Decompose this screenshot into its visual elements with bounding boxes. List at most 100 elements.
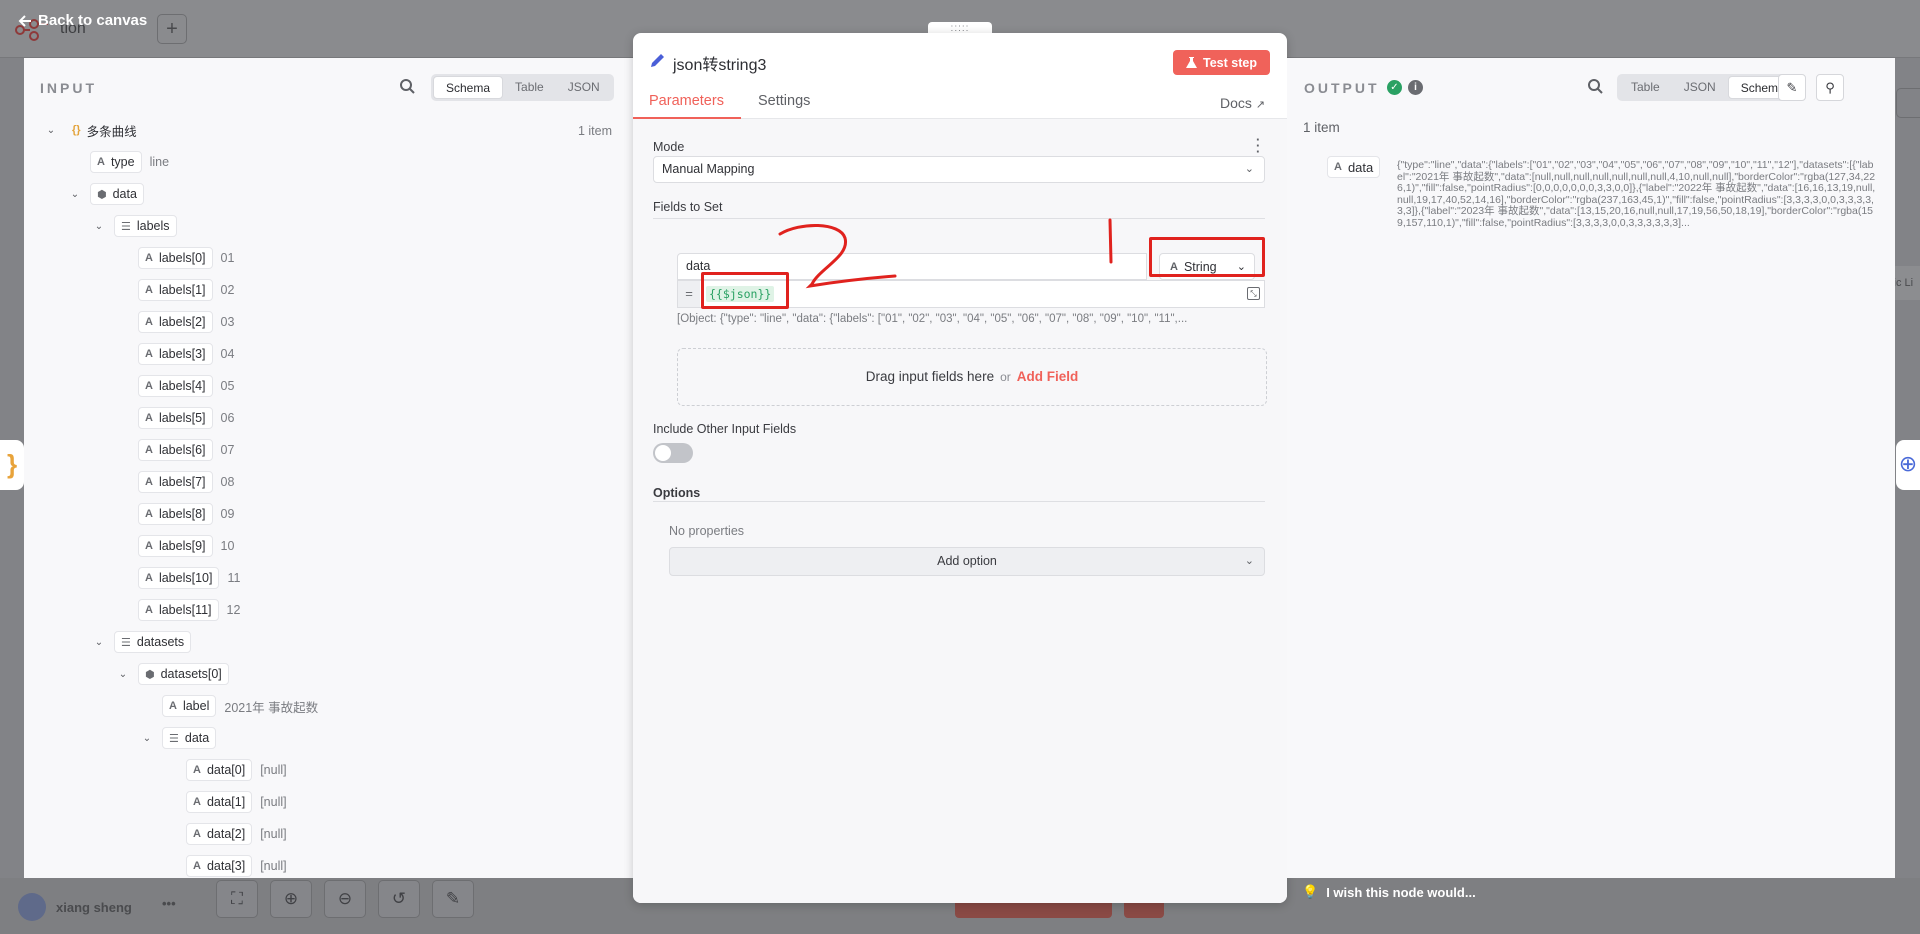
- search-icon[interactable]: [1587, 78, 1603, 94]
- tree-row[interactable]: Alabels[0] 01: [116, 246, 234, 270]
- field-pill[interactable]: Adata[0]: [186, 759, 253, 781]
- tab-parameters[interactable]: Parameters: [649, 93, 724, 109]
- include-other-fields-toggle[interactable]: [653, 443, 693, 463]
- tree-row[interactable]: ⌄ {} 多条曲线: [44, 118, 143, 142]
- tidy-up-icon[interactable]: ✎: [432, 880, 474, 918]
- chevron-down-icon[interactable]: ⌄: [92, 637, 106, 648]
- node-details-modal: json转string3 Test step Parameters Settin…: [633, 33, 1287, 903]
- field-pill[interactable]: Adata[1]: [186, 791, 253, 813]
- tree-row[interactable]: ⌄ ☰ datasets: [92, 630, 192, 654]
- tree-row[interactable]: Alabels[4] 05: [116, 374, 234, 398]
- add-tab-button[interactable]: +: [157, 14, 187, 44]
- chevron-down-icon[interactable]: ⌄: [68, 189, 82, 200]
- zoom-in-icon[interactable]: ⊕: [270, 880, 312, 918]
- string-type-icon: A: [145, 284, 153, 296]
- field-pill[interactable]: Alabels[7]: [138, 471, 213, 493]
- field-pill[interactable]: Alabels[9]: [138, 535, 213, 557]
- feedback-link[interactable]: 💡 I wish this node would...: [1302, 884, 1476, 900]
- input-view-table[interactable]: Table: [503, 76, 556, 99]
- tree-row[interactable]: Alabels[7] 08: [116, 470, 234, 494]
- tree-row[interactable]: ⌄ ⬢ data: [68, 182, 144, 206]
- field-pill[interactable]: Alabel: [162, 695, 217, 717]
- output-view-table[interactable]: Table: [1619, 76, 1672, 99]
- field-pill[interactable]: {} 多条曲线: [66, 119, 143, 141]
- zoom-out-icon[interactable]: ⊖: [324, 880, 366, 918]
- parameters-panel: Mode · · · Manual Mapping ⌄ Fields to Set …: [633, 119, 1287, 903]
- field-pill[interactable]: ☰ datasets: [114, 631, 192, 653]
- add-field-link[interactable]: Add Field: [1017, 369, 1079, 384]
- tree-row[interactable]: Adata[1] [null]: [164, 790, 287, 814]
- tree-row[interactable]: Alabels[1] 02: [116, 278, 234, 302]
- undo-icon[interactable]: ↺: [378, 880, 420, 918]
- field-pill[interactable]: Alabels[10]: [138, 567, 220, 589]
- lightbulb-icon: 💡: [1302, 884, 1319, 899]
- info-icon[interactable]: i: [1408, 80, 1423, 95]
- field-pill[interactable]: ☰ data: [162, 727, 217, 749]
- chevron-down-icon: ⌄: [1244, 555, 1254, 567]
- field-type-select[interactable]: A String ⌄: [1159, 253, 1255, 280]
- edit-output-pencil-icon[interactable]: ✎: [1778, 74, 1806, 101]
- code-panel-toggle-icon[interactable]: }: [0, 440, 24, 490]
- chevron-down-icon[interactable]: ⌄: [92, 221, 106, 232]
- field-pill[interactable]: Atype: [90, 151, 142, 173]
- search-icon[interactable]: [399, 78, 415, 94]
- array-type-icon: ☰: [121, 636, 131, 649]
- user-menu-icon[interactable]: •••: [162, 896, 176, 911]
- field-pill[interactable]: ⬢ data: [90, 183, 144, 205]
- field-pill[interactable]: Alabels[5]: [138, 407, 213, 429]
- field-pill[interactable]: Alabels[3]: [138, 343, 213, 365]
- tree-row[interactable]: ⌄ ☰ data: [140, 726, 217, 750]
- docs-link[interactable]: Docs ↗: [1220, 95, 1265, 111]
- test-step-button[interactable]: Test step: [1173, 50, 1270, 75]
- tree-row[interactable]: Alabels[11] 12: [116, 598, 240, 622]
- input-view-json[interactable]: JSON: [556, 76, 612, 99]
- field-pill[interactable]: Adata[2]: [186, 823, 253, 845]
- tree-row[interactable]: Alabels[10] 11: [116, 566, 240, 590]
- tree-row[interactable]: Alabels[5] 06: [116, 406, 234, 430]
- field-pill[interactable]: Alabels[11]: [138, 599, 219, 621]
- tree-row[interactable]: Adata[2] [null]: [164, 822, 287, 846]
- expand-icon[interactable]: ⤡: [1247, 287, 1260, 300]
- pin-icon[interactable]: ⚲: [1816, 74, 1844, 101]
- field-pill[interactable]: Alabels[4]: [138, 375, 213, 397]
- chevron-down-icon[interactable]: ⌄: [44, 125, 58, 136]
- output-view-json[interactable]: JSON: [1672, 76, 1728, 99]
- tree-row[interactable]: Adata[0] [null]: [164, 758, 287, 782]
- pencil-icon[interactable]: [649, 51, 667, 69]
- field-pill[interactable]: Alabels[6]: [138, 439, 213, 461]
- tree-row[interactable]: ⌄ ☰ labels: [92, 214, 177, 238]
- tree-row[interactable]: Adata[3] [null]: [164, 854, 287, 878]
- add-option-button[interactable]: Add option ⌄: [669, 547, 1265, 576]
- field-name-input[interactable]: data: [677, 253, 1147, 280]
- drop-zone[interactable]: Drag input fields here or Add Field: [677, 348, 1267, 406]
- more-options-icon[interactable]: · · ·: [1256, 133, 1260, 158]
- field-pill[interactable]: Alabels[8]: [138, 503, 213, 525]
- node-name[interactable]: json转string3: [673, 51, 766, 75]
- tree-row[interactable]: Alabel 2021年 事故起数: [140, 694, 318, 718]
- tree-row[interactable]: Atype line: [68, 150, 169, 174]
- field-pill[interactable]: Alabels[2]: [138, 311, 213, 333]
- tab-settings[interactable]: Settings: [758, 93, 810, 109]
- tree-row[interactable]: Alabels[2] 03: [116, 310, 234, 334]
- input-view-schema[interactable]: Schema: [433, 76, 504, 99]
- globe-icon[interactable]: ⊕: [1896, 440, 1920, 490]
- tree-row[interactable]: ⌄ ⬢ datasets[0]: [116, 662, 229, 686]
- back-to-canvas-button[interactable]: Back to canvas: [18, 12, 147, 29]
- field-pill[interactable]: ☰ labels: [114, 215, 177, 237]
- tree-row[interactable]: Alabels[6] 07: [116, 438, 234, 462]
- chevron-down-icon[interactable]: ⌄: [116, 669, 130, 680]
- field-value-expression[interactable]: = {{$json}} ⤡: [677, 280, 1265, 308]
- field-pill[interactable]: Alabels[0]: [138, 247, 213, 269]
- tree-row[interactable]: Alabels[8] 09: [116, 502, 234, 526]
- fit-view-icon[interactable]: ⛶: [216, 880, 258, 918]
- tree-row[interactable]: Alabels[3] 04: [116, 342, 234, 366]
- user-profile[interactable]: xiang sheng: [18, 893, 132, 921]
- field-pill[interactable]: Adata[3]: [186, 855, 253, 877]
- mode-select[interactable]: Manual Mapping ⌄: [653, 156, 1265, 183]
- field-pill[interactable]: Alabels[1]: [138, 279, 213, 301]
- output-field-pill[interactable]: Adata: [1327, 156, 1381, 178]
- mode-value: Manual Mapping: [662, 162, 755, 176]
- tree-row[interactable]: Alabels[9] 10: [116, 534, 234, 558]
- chevron-down-icon[interactable]: ⌄: [140, 733, 154, 744]
- field-pill[interactable]: ⬢ datasets[0]: [138, 663, 229, 685]
